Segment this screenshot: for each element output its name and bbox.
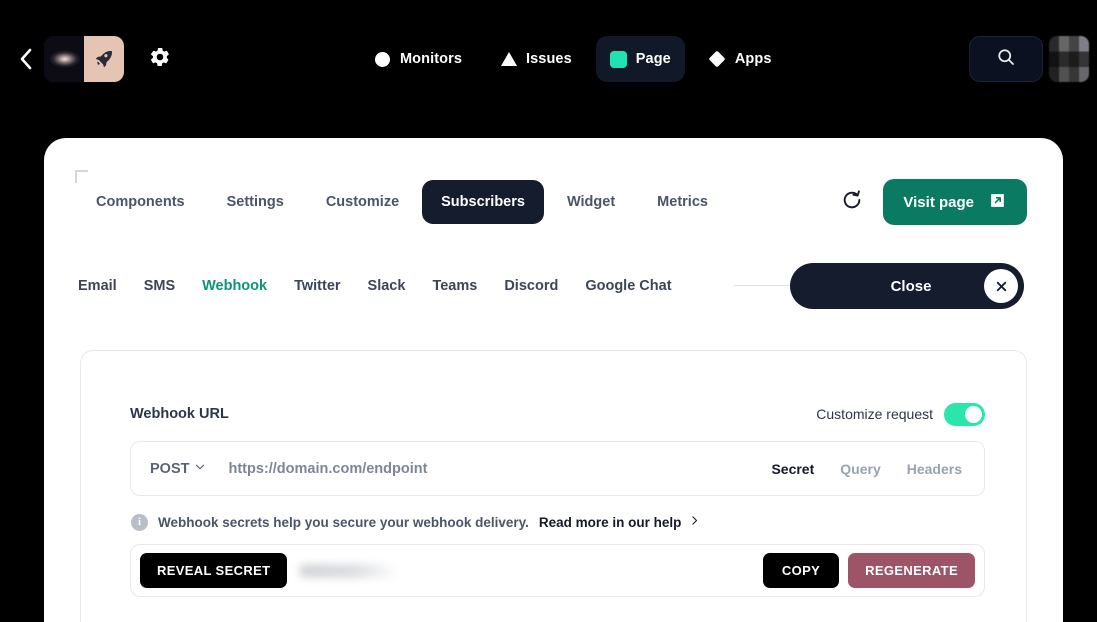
tab-label: Widget bbox=[566, 194, 616, 210]
nav-label-monitors: Monitors bbox=[400, 51, 463, 67]
info-icon: i bbox=[131, 513, 148, 531]
tab-label: Settings bbox=[226, 194, 284, 210]
webhook-url-input[interactable]: https://domain.com/endpoint bbox=[228, 461, 771, 477]
visit-page-label: Visit page bbox=[903, 193, 974, 211]
settings-button[interactable] bbox=[146, 45, 174, 73]
page-tabs-actions: Visit page bbox=[839, 178, 1027, 226]
visit-page-button[interactable]: Visit page bbox=[883, 179, 1027, 225]
tab-label: Subscribers bbox=[441, 194, 525, 210]
secret-info-text: Webhook secrets help you secure your web… bbox=[158, 514, 529, 530]
tab-settings[interactable]: Settings bbox=[208, 180, 303, 224]
channel-tab-google-chat[interactable]: Google Chat bbox=[585, 278, 671, 294]
tab-customize[interactable]: Customize bbox=[307, 180, 418, 224]
subtab-query[interactable]: Query bbox=[840, 461, 880, 477]
square-icon bbox=[609, 50, 627, 68]
channel-tab-discord[interactable]: Discord bbox=[504, 278, 558, 294]
tab-metrics[interactable]: Metrics bbox=[638, 180, 727, 224]
avatar[interactable] bbox=[1049, 36, 1089, 82]
search-button[interactable] bbox=[969, 36, 1043, 82]
refresh-button[interactable] bbox=[839, 189, 865, 215]
customize-request-control: Customize request bbox=[816, 402, 985, 426]
chevron-down-icon bbox=[194, 461, 206, 477]
channel-tab-sms[interactable]: SMS bbox=[144, 278, 175, 294]
tab-widget[interactable]: Widget bbox=[548, 180, 634, 224]
top-header-bar: Monitors Issues Page Apps bbox=[0, 0, 1097, 118]
secret-info-row: i Webhook secrets help you secure your w… bbox=[131, 511, 700, 533]
http-method-select[interactable]: POST bbox=[150, 461, 206, 477]
nav-item-page[interactable]: Page bbox=[595, 36, 685, 82]
close-button[interactable]: Close bbox=[790, 263, 1024, 309]
channel-tab-slack[interactable]: Slack bbox=[368, 278, 406, 294]
channel-tab-teams[interactable]: Teams bbox=[432, 278, 477, 294]
tab-components[interactable]: Components bbox=[77, 180, 204, 224]
tab-label: Metrics bbox=[657, 194, 708, 210]
toggle-knob bbox=[965, 405, 982, 423]
request-subtabs: Secret Query Headers bbox=[771, 461, 962, 477]
panel-header: Webhook URL Customize request bbox=[130, 401, 985, 427]
galaxy-image bbox=[44, 36, 84, 82]
diamond-icon bbox=[708, 50, 726, 68]
refresh-icon bbox=[841, 189, 863, 216]
nav-item-monitors[interactable]: Monitors bbox=[360, 36, 476, 82]
customize-request-toggle[interactable] bbox=[944, 402, 985, 426]
secret-actions: COPY REGENERATE bbox=[762, 553, 975, 588]
page-tabs-row: Components Settings Customize Subscriber… bbox=[44, 178, 1063, 226]
rocket-icon bbox=[84, 36, 124, 82]
status-page-card: Components Settings Customize Subscriber… bbox=[44, 138, 1063, 622]
chevron-left-icon bbox=[19, 48, 32, 70]
circle-icon bbox=[374, 51, 391, 68]
channel-tab-email[interactable]: Email bbox=[78, 278, 117, 294]
chevron-right-icon bbox=[689, 514, 700, 530]
nav-item-issues[interactable]: Issues bbox=[486, 36, 586, 82]
subtab-secret[interactable]: Secret bbox=[771, 461, 814, 477]
customize-request-label: Customize request bbox=[816, 406, 933, 422]
close-label: Close bbox=[890, 277, 932, 295]
channel-tab-twitter[interactable]: Twitter bbox=[294, 278, 340, 294]
panel-title: Webhook URL bbox=[130, 406, 229, 422]
masked-secret-value bbox=[299, 560, 763, 582]
reveal-secret-button[interactable]: REVEAL SECRET bbox=[140, 553, 288, 588]
external-link-icon bbox=[988, 191, 1007, 214]
page-tabs: Components Settings Customize Subscriber… bbox=[77, 180, 727, 224]
regenerate-secret-button[interactable]: REGENERATE bbox=[848, 553, 975, 588]
back-button[interactable] bbox=[10, 44, 40, 74]
subtab-headers[interactable]: Headers bbox=[907, 461, 962, 477]
read-more-link[interactable]: Read more in our help bbox=[539, 514, 701, 530]
gear-icon bbox=[149, 46, 171, 73]
nav-label-page: Page bbox=[635, 51, 671, 67]
nav-item-apps[interactable]: Apps bbox=[695, 36, 786, 82]
workspace-switcher[interactable] bbox=[44, 36, 124, 82]
channel-tabs: Email SMS Webhook Twitter Slack Teams Di… bbox=[78, 262, 672, 310]
tab-label: Components bbox=[96, 194, 185, 210]
main-navigation: Monitors Issues Page Apps bbox=[360, 36, 785, 82]
nav-label-issues: Issues bbox=[526, 51, 572, 67]
channel-tab-webhook[interactable]: Webhook bbox=[202, 278, 267, 294]
tab-subscribers[interactable]: Subscribers bbox=[422, 180, 544, 224]
tab-label: Customize bbox=[325, 194, 400, 210]
read-more-label: Read more in our help bbox=[538, 514, 682, 530]
triangle-icon bbox=[500, 51, 517, 68]
http-method-value: POST bbox=[150, 460, 190, 477]
webhook-settings-panel: Webhook URL Customize request POST https… bbox=[80, 350, 1027, 622]
close-x-icon[interactable] bbox=[984, 269, 1018, 303]
search-icon bbox=[996, 47, 1016, 72]
webhook-secret-field: REVEAL SECRET COPY REGENERATE bbox=[130, 544, 985, 597]
copy-secret-button[interactable]: COPY bbox=[762, 553, 840, 588]
webhook-url-field: POST https://domain.com/endpoint Secret … bbox=[130, 441, 985, 496]
nav-label-apps: Apps bbox=[734, 51, 772, 67]
